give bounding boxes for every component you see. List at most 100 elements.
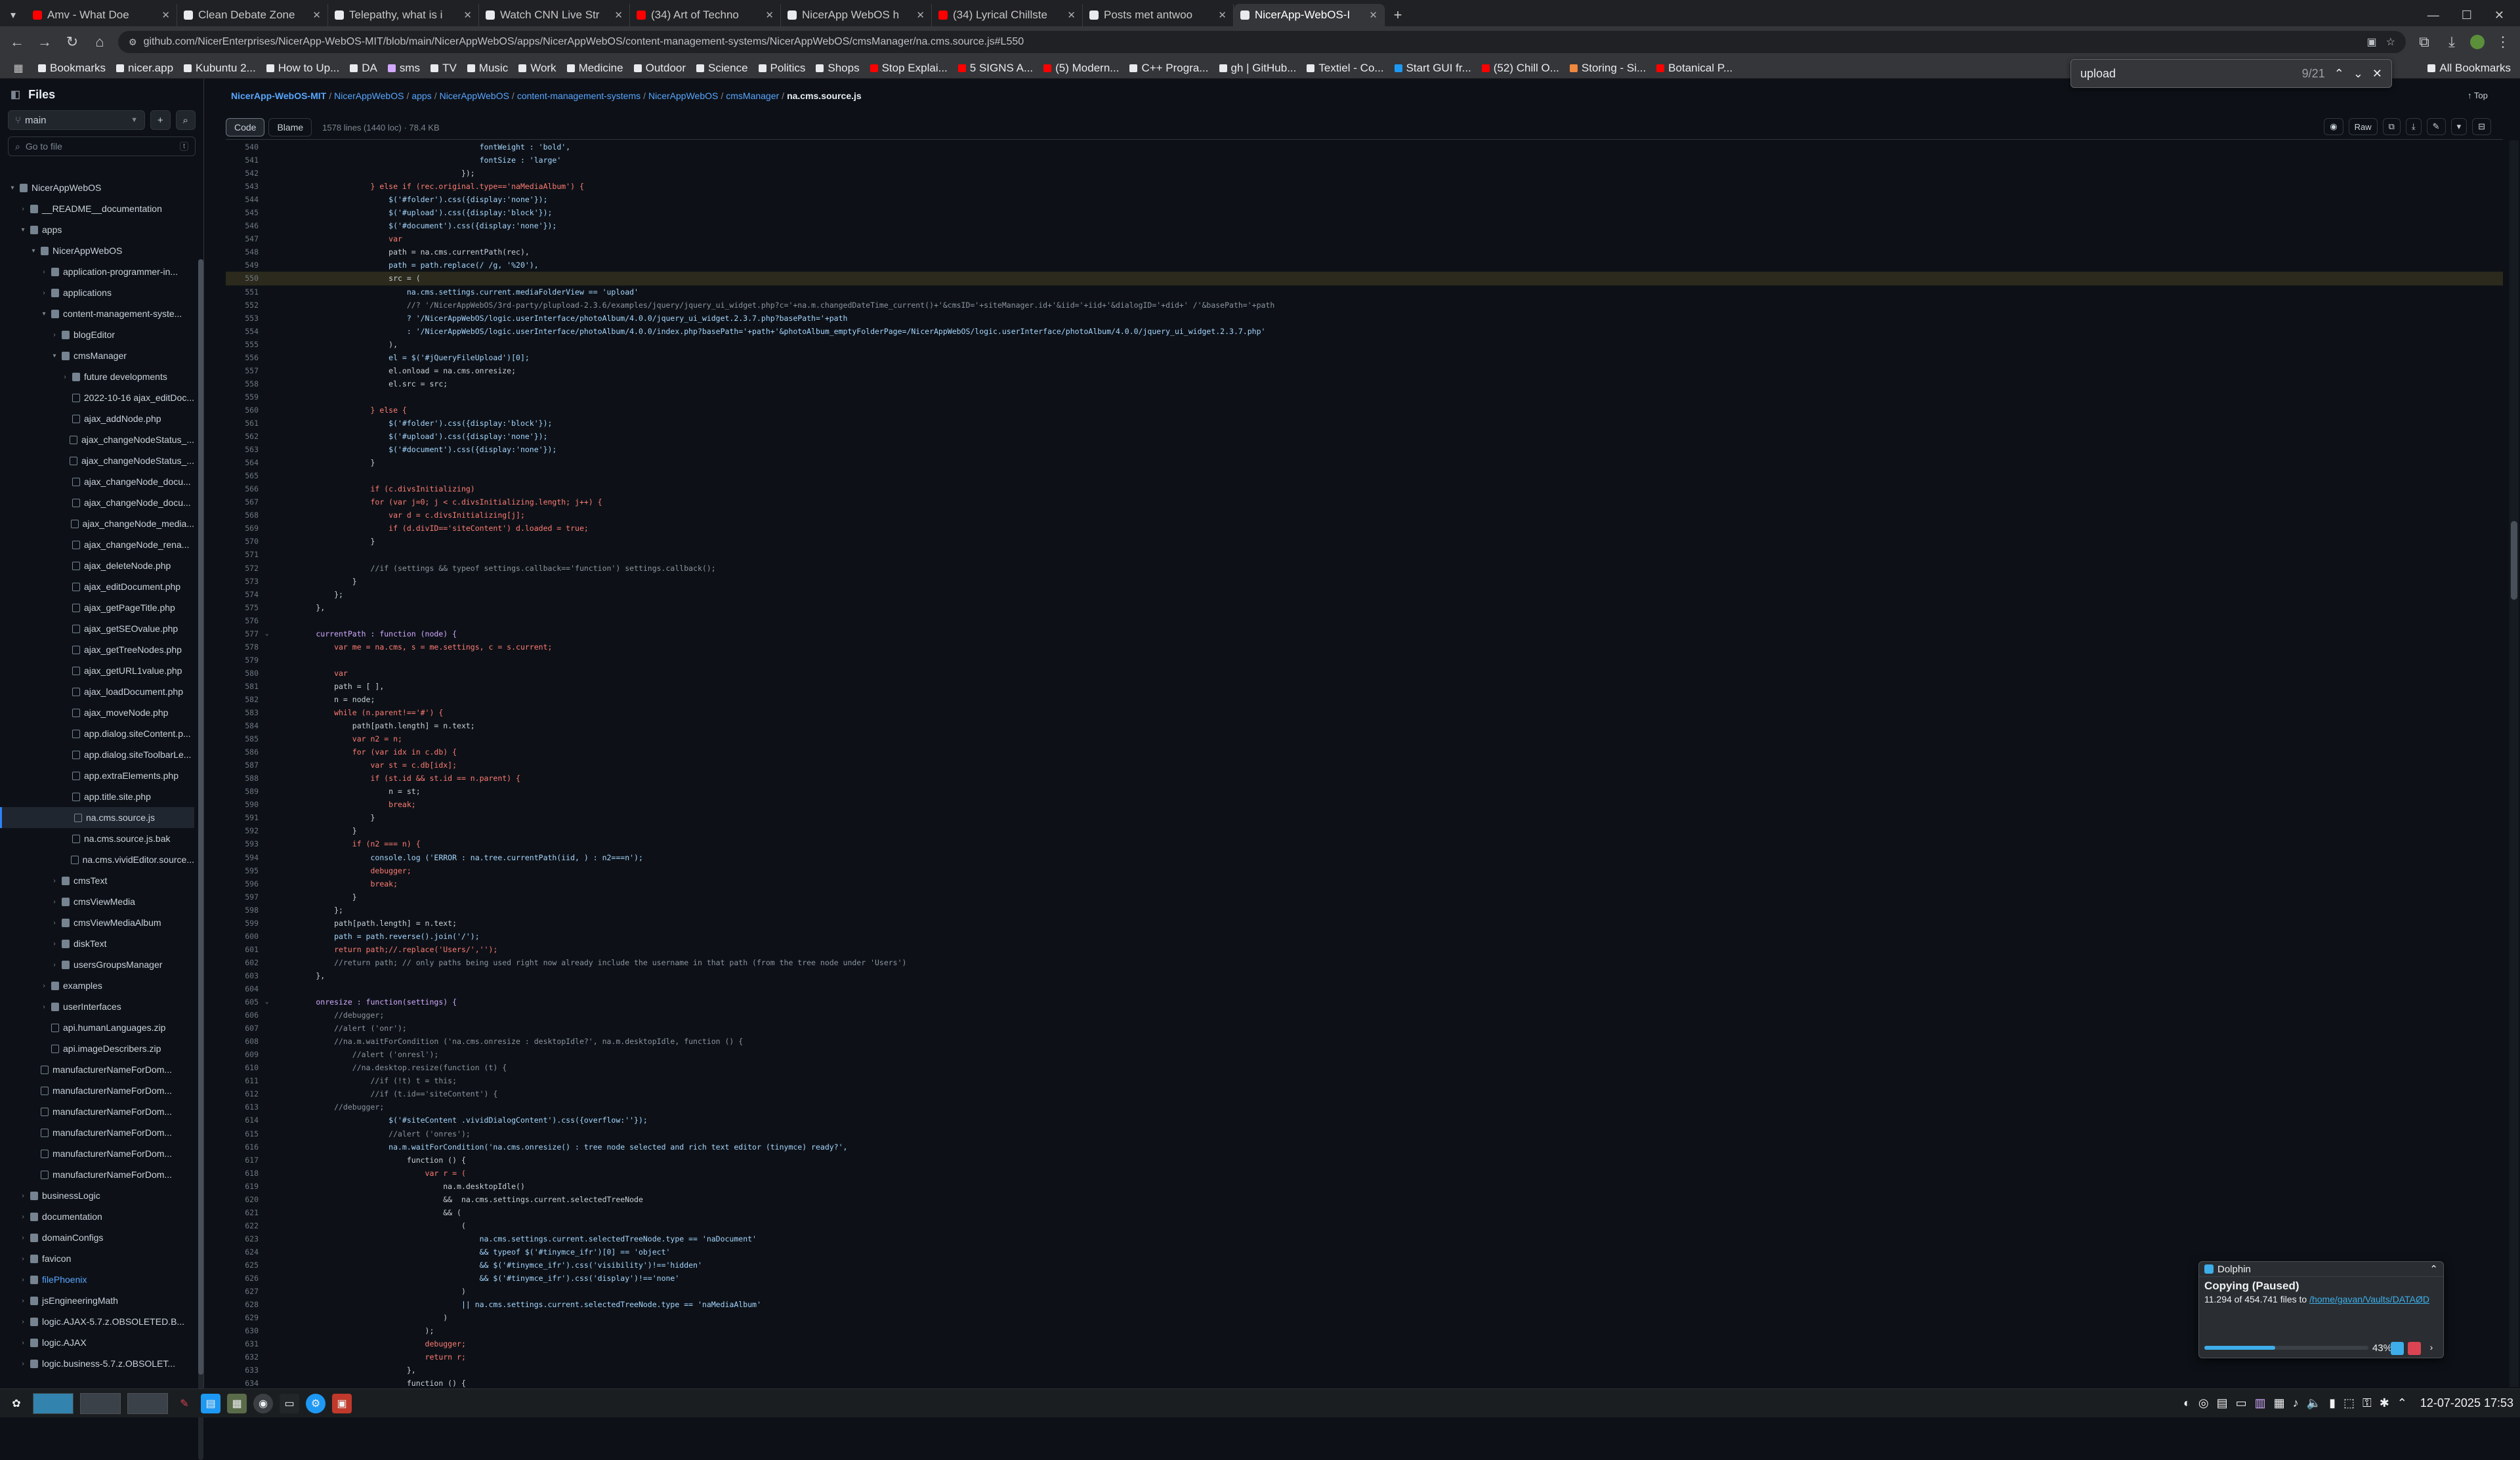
line-number[interactable]: 568 bbox=[226, 509, 265, 522]
tree-folder[interactable]: › cmsText bbox=[0, 870, 194, 891]
symbols-panel-icon[interactable]: ⊟ bbox=[2472, 118, 2491, 135]
line-number[interactable]: 619 bbox=[226, 1180, 265, 1193]
tray-vault-icon[interactable]: ◎ bbox=[2198, 1396, 2209, 1410]
sidebar-collapse-icon[interactable]: ◧ bbox=[10, 88, 20, 101]
tree-folder[interactable]: ▾ NicerAppWebOS bbox=[0, 240, 194, 261]
tray-color-icon[interactable]: ▥ bbox=[2255, 1396, 2266, 1410]
tree-file[interactable]: manufacturerNameForDom... bbox=[0, 1101, 194, 1122]
tree-file[interactable]: app.dialog.siteToolbarLe... bbox=[0, 744, 194, 765]
apps-grid-icon[interactable]: ▦ bbox=[9, 62, 28, 75]
bookmark-item[interactable]: Botanical P... bbox=[1656, 62, 1732, 75]
line-number[interactable]: 565 bbox=[226, 469, 265, 482]
tray-battery-icon[interactable]: ▮ bbox=[2329, 1396, 2336, 1410]
line-number[interactable]: 584 bbox=[226, 719, 265, 732]
tree-folder[interactable]: › applications bbox=[0, 282, 194, 303]
line-number[interactable]: 618 bbox=[226, 1167, 265, 1180]
bookmark-item[interactable]: Start GUI fr... bbox=[1394, 62, 1471, 75]
line-number[interactable]: 552 bbox=[226, 299, 265, 312]
clock[interactable]: 12-07-2025 17:53 bbox=[2420, 1396, 2513, 1410]
line-number[interactable]: 588 bbox=[226, 772, 265, 785]
tree-file[interactable]: ajax_getURL1value.php bbox=[0, 660, 194, 681]
tree-folder[interactable]: ▾ apps bbox=[0, 219, 194, 240]
tab-search-icon[interactable]: ▾ bbox=[0, 4, 26, 26]
tree-file[interactable]: na.cms.vividEditor.source... bbox=[0, 849, 194, 870]
tray-clipboard-icon[interactable]: ▤ bbox=[2217, 1396, 2228, 1410]
edit-tool-icon[interactable]: ✎ bbox=[175, 1394, 194, 1413]
bookmark-item[interactable]: Outdoor bbox=[633, 62, 686, 75]
line-number[interactable]: 580 bbox=[226, 667, 265, 680]
line-number[interactable]: 562 bbox=[226, 430, 265, 443]
bookmark-item[interactable]: All Bookmarks bbox=[2427, 62, 2511, 75]
bookmark-item[interactable]: Shops bbox=[816, 62, 860, 75]
tree-file[interactable]: manufacturerNameForDom... bbox=[0, 1122, 194, 1143]
tree-file[interactable]: na.cms.source.js bbox=[0, 807, 194, 828]
line-number[interactable]: 547 bbox=[226, 232, 265, 245]
tree-file[interactable]: ajax_addNode.php bbox=[0, 408, 194, 429]
home-icon[interactable]: ⌂ bbox=[91, 33, 109, 51]
line-number[interactable]: 541 bbox=[226, 154, 265, 167]
line-number[interactable]: 629 bbox=[226, 1311, 265, 1324]
tree-folder[interactable]: › diskText bbox=[0, 933, 194, 954]
bookmark-item[interactable]: How to Up... bbox=[266, 62, 339, 75]
line-number[interactable]: 551 bbox=[226, 285, 265, 299]
line-number[interactable]: 609 bbox=[226, 1048, 265, 1061]
line-number[interactable]: 624 bbox=[226, 1245, 265, 1259]
line-number[interactable]: 579 bbox=[226, 654, 265, 667]
line-number[interactable]: 613 bbox=[226, 1100, 265, 1114]
files-taskbar-icon[interactable]: ▦ bbox=[227, 1393, 247, 1413]
tab-close-icon[interactable]: ✕ bbox=[463, 9, 472, 21]
extensions-icon[interactable]: ⧉ bbox=[2415, 33, 2433, 51]
line-number[interactable]: 589 bbox=[226, 785, 265, 798]
add-file-button[interactable]: + bbox=[150, 110, 171, 130]
line-number[interactable]: 569 bbox=[226, 522, 265, 535]
line-number[interactable]: 558 bbox=[226, 377, 265, 390]
goto-file-input[interactable]: ⌕ Go to file t bbox=[8, 136, 196, 156]
line-number[interactable]: 614 bbox=[226, 1114, 265, 1127]
line-number[interactable]: 611 bbox=[226, 1074, 265, 1087]
bookmark-item[interactable]: sms bbox=[387, 62, 420, 75]
tray-app-icon[interactable]: ◐ bbox=[2183, 1396, 2191, 1410]
tree-file[interactable]: ajax_editDocument.php bbox=[0, 576, 194, 597]
tree-file[interactable]: app.dialog.siteContent.p... bbox=[0, 723, 194, 744]
bookmark-item[interactable]: (5) Modern... bbox=[1043, 62, 1119, 75]
line-number[interactable]: 559 bbox=[226, 390, 265, 404]
virtual-desktop-2[interactable] bbox=[80, 1392, 121, 1414]
fold-chevron-icon[interactable]: ⌄ bbox=[265, 995, 273, 1009]
tree-file[interactable]: manufacturerNameForDom... bbox=[0, 1059, 194, 1080]
line-number[interactable]: 561 bbox=[226, 417, 265, 430]
tree-folder[interactable]: › businessLogic bbox=[0, 1185, 194, 1206]
tree-folder[interactable]: ▾ NicerAppWebOS bbox=[0, 177, 194, 198]
line-number[interactable]: 548 bbox=[226, 245, 265, 259]
line-number[interactable]: 571 bbox=[226, 548, 265, 561]
bookmark-item[interactable]: Work bbox=[518, 62, 556, 75]
address-bar[interactable]: ⚙ github.com/NicerEnterprises/NicerApp-W… bbox=[118, 31, 2406, 53]
tree-folder[interactable]: › usersGroupsManager bbox=[0, 954, 194, 975]
tree-file[interactable]: ajax_getSEOvalue.php bbox=[0, 618, 194, 639]
bookmark-item[interactable]: Politics bbox=[758, 62, 805, 75]
tree-folder[interactable]: ▾ cmsManager bbox=[0, 345, 194, 366]
browser-tab[interactable]: (34) Art of Techno ✕ bbox=[630, 4, 781, 26]
browser-tab[interactable]: NicerApp-WebOS-I ✕ bbox=[1234, 4, 1385, 26]
line-number[interactable]: 633 bbox=[226, 1364, 265, 1377]
terminal-taskbar-icon[interactable]: ▭ bbox=[280, 1393, 299, 1413]
line-number[interactable]: 595 bbox=[226, 864, 265, 877]
branch-selector[interactable]: ⑂ main ▼ bbox=[8, 110, 145, 130]
settings-taskbar-icon[interactable]: ⚙ bbox=[306, 1393, 326, 1413]
browser-tab[interactable]: Amv - What Doe ✕ bbox=[26, 4, 177, 26]
browser-tab[interactable]: Watch CNN Live Str ✕ bbox=[479, 4, 630, 26]
tree-folder[interactable]: › documentation bbox=[0, 1206, 194, 1227]
line-number[interactable]: 606 bbox=[226, 1009, 265, 1022]
tree-file[interactable]: ajax_moveNode.php bbox=[0, 702, 194, 723]
bookmark-item[interactable]: Bookmarks bbox=[38, 62, 106, 75]
line-number[interactable]: 616 bbox=[226, 1140, 265, 1154]
tree-folder[interactable]: › filePhoenix bbox=[0, 1269, 194, 1290]
line-number[interactable]: 575 bbox=[226, 601, 265, 614]
line-number[interactable]: 574 bbox=[226, 588, 265, 601]
download-icon[interactable]: ⤓ bbox=[2405, 118, 2422, 135]
dolphin-destination-link[interactable]: /home/gavan/Vaults/DATAØD bbox=[2309, 1294, 2429, 1304]
line-number[interactable]: 593 bbox=[226, 837, 265, 850]
find-close-icon[interactable]: ✕ bbox=[2372, 67, 2382, 81]
line-number[interactable]: 542 bbox=[226, 167, 265, 180]
bookmark-item[interactable]: gh | GitHub... bbox=[1219, 62, 1296, 75]
line-number[interactable]: 634 bbox=[226, 1377, 265, 1387]
